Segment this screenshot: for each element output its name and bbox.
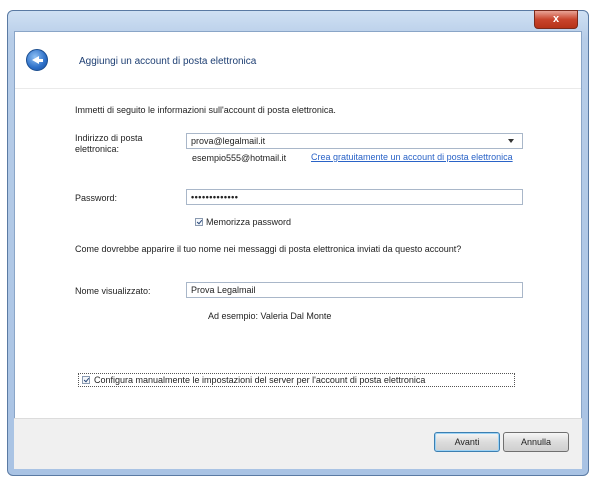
display-name-label: Nome visualizzato: <box>75 286 151 296</box>
dialog-window: x Aggiungi un account di posta elettroni… <box>7 10 589 476</box>
next-button[interactable]: Avanti <box>434 432 500 452</box>
display-name-question: Come dovrebbe apparire il tuo nome nei m… <box>75 244 462 254</box>
dialog-header: Aggiungi un account di posta elettronica <box>15 32 581 89</box>
remember-password-label[interactable]: Memorizza password <box>206 217 291 227</box>
close-button[interactable]: x <box>534 10 578 29</box>
manual-config-checkbox[interactable] <box>82 376 90 384</box>
intro-text: Immetti di seguito le informazioni sull'… <box>75 105 336 115</box>
email-field[interactable]: prova@legalmail.it <box>186 133 523 149</box>
email-label: Indirizzo di posta elettronica: <box>75 133 143 154</box>
display-name-field[interactable]: Prova Legalmail <box>186 282 523 298</box>
email-example: esempio555@hotmail.it <box>192 153 287 163</box>
dialog-footer: Avanti Annulla <box>14 418 582 469</box>
back-arrow-icon[interactable] <box>26 49 48 71</box>
cancel-button[interactable]: Annulla <box>503 432 569 452</box>
password-value: ••••••••••••• <box>191 192 239 202</box>
password-field[interactable]: ••••••••••••• <box>186 189 523 205</box>
create-account-link[interactable]: Crea gratuitamente un account di posta e… <box>311 152 526 162</box>
password-label: Password: <box>75 193 118 203</box>
remember-password-checkbox[interactable] <box>195 218 203 226</box>
display-name-example: Ad esempio: Valeria Dal Monte <box>208 311 332 321</box>
email-value: prova@legalmail.it <box>191 136 266 146</box>
chevron-down-icon[interactable] <box>508 139 514 143</box>
manual-config-label[interactable]: Configura manualmente le impostazioni de… <box>94 375 425 385</box>
display-name-value: Prova Legalmail <box>191 285 256 295</box>
dialog-title: Aggiungi un account di posta elettronica <box>79 56 257 67</box>
